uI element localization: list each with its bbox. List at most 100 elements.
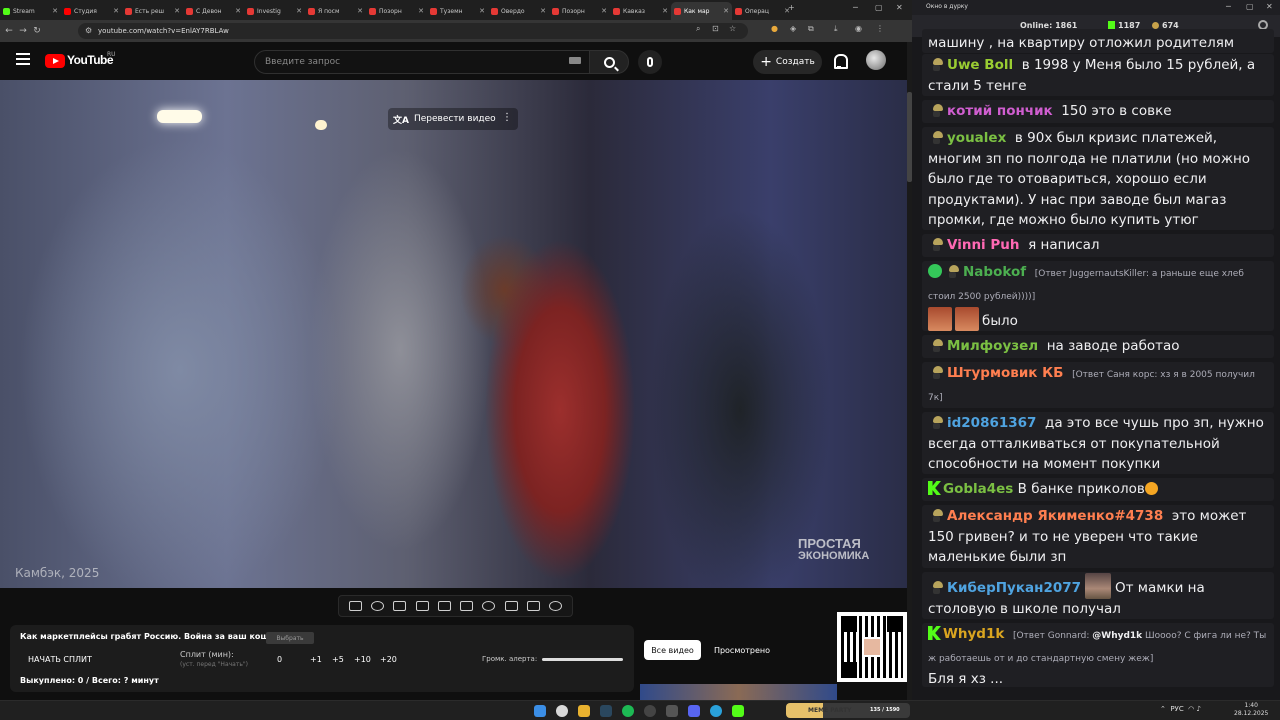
all-videos-button[interactable]: Все видео — [644, 640, 701, 660]
more-options-icon[interactable]: ⋮ — [502, 112, 512, 123]
start-split-button[interactable]: НАЧАТЬ СПЛИТ — [28, 655, 92, 664]
create-button[interactable]: + Создать — [753, 50, 822, 74]
menu-dots-icon[interactable]: ⋮ — [876, 24, 884, 33]
browser-tab[interactable]: Как мар ✕ — [671, 2, 732, 20]
speaker-icon[interactable]: ♪ — [1197, 705, 1201, 713]
minimize-icon[interactable]: ─ — [1226, 2, 1231, 11]
close-window-button[interactable]: ✕ — [896, 3, 903, 12]
minimize-button[interactable]: ─ — [853, 3, 858, 12]
start-menu-icon[interactable] — [534, 705, 546, 717]
next-video-thumbnail[interactable] — [640, 684, 837, 700]
forward-icon[interactable]: → — [16, 26, 30, 36]
profile-icon[interactable]: ◉ — [855, 24, 862, 33]
voice-search-button[interactable] — [638, 50, 662, 74]
increment-20-button[interactable]: +20 — [380, 655, 397, 664]
obs-icon[interactable] — [644, 705, 656, 717]
discord-icon[interactable] — [688, 705, 700, 717]
chat-username[interactable]: youalex — [947, 130, 1006, 146]
reply-mention[interactable]: @Whyd1k — [1092, 631, 1142, 641]
increment-5-button[interactable]: +5 — [332, 655, 344, 664]
search-button[interactable] — [589, 50, 629, 74]
browser-tab[interactable]: Позорн ✕ — [366, 2, 427, 20]
tab-close-icon[interactable]: ✕ — [52, 7, 58, 15]
bookmark-star-icon[interactable]: ☆ — [729, 24, 736, 33]
chrome-icon[interactable] — [556, 705, 568, 717]
video-player[interactable]: 文A Перевести видео ⋮ Камбэк, 2025 ПРОСТА… — [0, 80, 907, 588]
translate-video-button[interactable]: 文A Перевести видео ⋮ — [388, 108, 518, 130]
alert-volume-slider[interactable] — [542, 658, 623, 661]
browser-tab[interactable]: Stream ✕ — [0, 2, 61, 20]
chat-username[interactable]: Gobla4es — [943, 481, 1013, 497]
app-icon[interactable] — [666, 705, 678, 717]
extension-icon[interactable]: ● — [771, 24, 778, 33]
tab-close-icon[interactable]: ✕ — [540, 7, 546, 15]
maximize-icon[interactable]: ▢ — [1246, 2, 1254, 11]
screenshot-icon[interactable] — [393, 601, 407, 611]
chat-username[interactable]: id20861367 — [947, 415, 1036, 431]
search-page-icon[interactable]: ⌕ — [696, 24, 700, 34]
tab-close-icon[interactable]: ✕ — [418, 7, 424, 15]
tab-close-icon[interactable]: ✕ — [357, 7, 363, 15]
chat-username[interactable]: Uwe Boll — [947, 57, 1013, 73]
url-field[interactable]: ⚙ youtube.com/watch?v=EnlAY7RBLAw — [78, 23, 748, 39]
browser-tab[interactable]: Операц ✕ — [732, 2, 793, 20]
close-icon[interactable]: ✕ — [1266, 2, 1273, 11]
chat-username[interactable]: Vinni Puh — [947, 237, 1020, 253]
kick-app-icon[interactable] — [732, 705, 744, 717]
browser-tab[interactable]: Позорн ✕ — [549, 2, 610, 20]
youtube-logo-icon[interactable] — [45, 54, 65, 68]
subtitles-icon[interactable] — [460, 601, 474, 611]
add-clip-icon[interactable] — [504, 601, 518, 611]
site-info-icon[interactable]: ⚙ — [85, 26, 92, 35]
spotify-icon[interactable] — [622, 705, 634, 717]
tab-close-icon[interactable]: ✕ — [479, 7, 485, 15]
choose-button[interactable]: Выбрать — [266, 632, 314, 644]
chat-username[interactable]: Александр Якименко#4738 — [947, 508, 1163, 524]
browser-tab[interactable]: Студия ✕ — [61, 2, 122, 20]
browser-tab[interactable]: Есть реш ✕ — [122, 2, 183, 20]
back-icon[interactable]: ← — [2, 26, 16, 36]
keyboard-language[interactable]: РУС — [1170, 705, 1183, 713]
extensions-puzzle-icon[interactable]: ⧉ — [808, 24, 814, 34]
browser-tab[interactable]: Овердо ✕ — [488, 2, 549, 20]
increment-10-button[interactable]: +10 — [354, 655, 371, 664]
watched-button[interactable]: Просмотрено — [706, 640, 778, 660]
browser-tab[interactable]: С Девон ✕ — [183, 2, 244, 20]
new-tab-button[interactable]: + — [788, 3, 795, 12]
chat-username[interactable]: Штурмовик КБ — [947, 365, 1063, 381]
increment-1-button[interactable]: +1 — [310, 655, 322, 664]
notifications-bell-icon[interactable] — [832, 54, 848, 69]
browser-tab[interactable]: Investig ✕ — [244, 2, 305, 20]
chat-username[interactable]: КиберПукан2077 — [947, 580, 1081, 596]
meme-party-widget[interactable]: MEME PARTY 135 / 1590 — [786, 703, 910, 718]
avatar[interactable] — [866, 50, 886, 70]
tab-close-icon[interactable]: ✕ — [174, 7, 180, 15]
install-app-icon[interactable]: ⊡ — [712, 24, 719, 33]
search-input[interactable]: Введите запрос — [254, 50, 590, 74]
telegram-icon[interactable] — [710, 705, 722, 717]
menu-icon[interactable] — [16, 53, 30, 65]
tab-close-icon[interactable]: ✕ — [113, 7, 119, 15]
loop-icon[interactable] — [348, 601, 362, 611]
reload-icon[interactable]: ↻ — [30, 26, 44, 36]
tab-close-icon[interactable]: ✕ — [601, 7, 607, 15]
tray-arrow-icon[interactable]: ⌃ — [1160, 705, 1166, 713]
tab-close-icon[interactable]: ✕ — [235, 7, 241, 15]
clock[interactable]: 1:40 28.12.2025 — [1234, 702, 1268, 718]
file-explorer-icon[interactable] — [578, 705, 590, 717]
ublock-icon[interactable]: ◈ — [790, 24, 796, 33]
camera-icon[interactable] — [527, 601, 541, 611]
chat-username[interactable]: Whyd1k — [943, 626, 1004, 642]
keyboard-icon[interactable] — [569, 57, 581, 64]
speed-icon[interactable] — [482, 601, 496, 611]
tab-close-icon[interactable]: ✕ — [296, 7, 302, 15]
chat-username[interactable]: Nabokof — [963, 264, 1026, 280]
cast-icon[interactable] — [370, 601, 384, 611]
settings-gear-icon[interactable] — [549, 601, 563, 611]
maximize-button[interactable]: ▢ — [875, 3, 883, 12]
wifi-icon[interactable]: ◠ — [1188, 705, 1194, 713]
chat-username[interactable]: Милфоузел — [947, 338, 1038, 354]
picture-in-picture-icon[interactable] — [437, 601, 451, 611]
clapperboard-icon[interactable] — [415, 601, 429, 611]
browser-tab[interactable]: Туземн ✕ — [427, 2, 488, 20]
